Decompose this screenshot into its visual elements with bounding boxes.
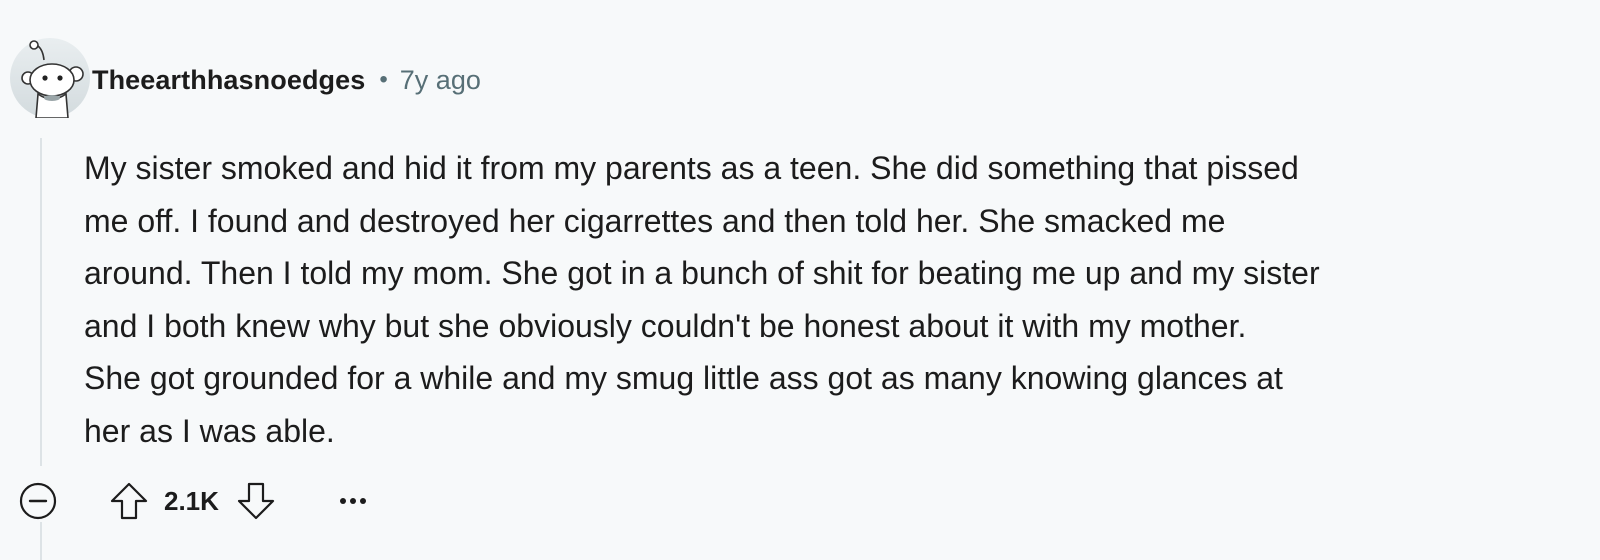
comment-header: Theearthhasnoedges • 7y ago: [92, 60, 481, 100]
more-options-icon: [339, 498, 366, 504]
comment-body-line: and I both knew why but she obviously co…: [84, 307, 1247, 344]
downvote-button[interactable]: [235, 478, 277, 524]
meta-separator: •: [379, 66, 388, 93]
collapse-button[interactable]: [18, 481, 58, 521]
collapse-minus-icon: [19, 482, 57, 520]
comment-age: 7y ago: [399, 64, 481, 95]
snoo-avatar-icon: [10, 38, 90, 119]
comment-body-line: My sister smoked and hid it from my pare…: [84, 150, 1299, 186]
thread-line[interactable]: [40, 138, 42, 466]
comment-body-line: me off. I found and destroyed her cigarr…: [84, 202, 1226, 239]
comment-body-line: around. Then I told my mom. She got in a…: [84, 255, 1320, 291]
upvote-button[interactable]: [108, 478, 150, 524]
downvote-arrow-icon: [237, 482, 275, 520]
comment-body-line: She got grounded for a while and my smug…: [84, 360, 1283, 396]
comment-action-bar: 2.1K: [18, 478, 373, 524]
thread-line-continuation[interactable]: [40, 522, 42, 560]
comment-author[interactable]: Theearthhasnoedges: [92, 65, 365, 96]
avatar[interactable]: [10, 38, 90, 119]
vote-score: 2.1K: [164, 485, 219, 516]
more-options-button[interactable]: [333, 481, 373, 521]
upvote-arrow-icon: [110, 482, 148, 520]
comment-body-line: her as I was able.: [84, 412, 335, 449]
comment-body: My sister smoked and hid it from my pare…: [84, 142, 1564, 457]
